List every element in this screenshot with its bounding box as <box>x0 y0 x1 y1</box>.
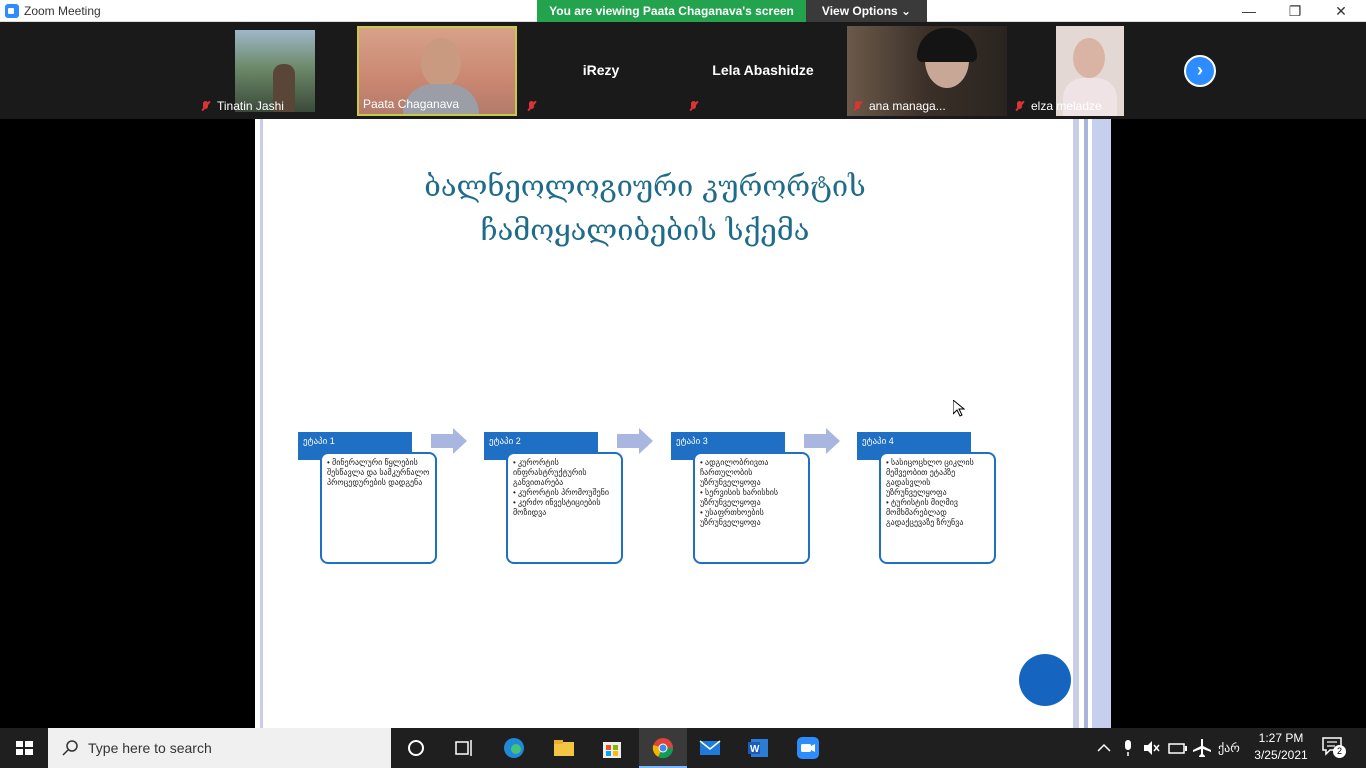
taskbar: Type here to search W ქარ 1:27 PM 3/25/2… <box>0 728 1366 768</box>
muted-mic-icon <box>201 101 210 112</box>
task-view-icon[interactable] <box>452 736 476 760</box>
slide-border-right-3 <box>1092 119 1111 728</box>
muted-mic-icon <box>1015 101 1024 112</box>
slide-title: ბალნეოლოგიური კურორტის ჩამოყალიბების სქე… <box>424 169 866 247</box>
participant-tile[interactable]: ana managa... <box>847 26 1007 116</box>
airplane-mode-icon[interactable] <box>1192 738 1212 758</box>
participant-name-center: Lela Abashidze <box>712 62 814 78</box>
file-explorer-icon[interactable] <box>552 736 576 760</box>
participant-name: Paata Chaganava <box>363 97 460 111</box>
svg-text:W: W <box>750 744 760 755</box>
notification-count: 2 <box>1333 745 1346 758</box>
chevron-up-icon[interactable] <box>1096 738 1112 758</box>
windows-start-icon[interactable] <box>0 728 48 768</box>
close-button[interactable]: ✕ <box>1318 0 1364 22</box>
participant-tile[interactable]: iRezy <box>521 26 681 116</box>
cortana-icon[interactable] <box>404 736 428 760</box>
clock-date: 3/25/2021 <box>1254 748 1308 762</box>
participant-tile-active[interactable]: Paata Chaganava <box>357 26 517 116</box>
zoom-taskbar-icon[interactable] <box>796 736 820 760</box>
notifications-button[interactable]: 2 <box>1322 736 1348 760</box>
slide-border-right-2 <box>1084 119 1088 728</box>
participant-gallery: Tinatin Jashi Paata Chaganava iRezy Lela… <box>0 22 1366 119</box>
restore-button[interactable]: ❐ <box>1272 0 1318 22</box>
taskbar-search-input[interactable]: Type here to search <box>48 728 391 768</box>
participant-tile[interactable]: Tinatin Jashi <box>195 26 355 116</box>
muted-mic-icon <box>527 101 536 112</box>
language-indicator[interactable]: ქარ <box>1218 741 1240 755</box>
word-icon[interactable]: W <box>746 736 770 760</box>
arrow-right-icon <box>804 428 840 454</box>
stage-4-box: • სასიცოცხლო ციკლის მეშვეობით ეტაპზე გად… <box>879 452 996 564</box>
edge-icon[interactable] <box>502 736 526 760</box>
stage-2-box: • კურორტის ინფრასტრუქტურის განვითარება •… <box>506 452 623 564</box>
search-icon <box>62 740 78 756</box>
share-banner: You are viewing Paata Chaganava's screen <box>537 0 806 22</box>
chrome-taskbar-active[interactable] <box>639 728 687 768</box>
participant-name: elza meladze <box>1031 99 1102 113</box>
slide-decoration-circle <box>1019 654 1071 706</box>
presentation-slide: ბალნეოლოგიური კურორტის ჩამოყალიბების სქე… <box>255 119 1111 728</box>
stage-3-box: • ადგილობრივთა ჩართულობის უზრუნველყოფა •… <box>693 452 810 564</box>
title-bar: Zoom Meeting You are viewing Paata Chaga… <box>0 0 1366 22</box>
speaker-muted-icon[interactable] <box>1143 738 1161 758</box>
mouse-cursor-icon <box>953 400 965 417</box>
store-icon[interactable] <box>600 736 624 760</box>
zoom-icon <box>5 4 19 18</box>
slide-border-right <box>1073 119 1079 728</box>
participant-tile[interactable]: elza meladze <box>1009 26 1169 116</box>
participant-name-center: iRezy <box>582 62 620 78</box>
participant-name: ana managa... <box>869 99 946 113</box>
microphone-icon[interactable] <box>1121 738 1135 758</box>
arrow-right-icon <box>431 428 467 454</box>
view-options-button[interactable]: View Options ⌄ <box>806 0 927 22</box>
search-placeholder: Type here to search <box>88 740 212 756</box>
arrow-right-icon <box>617 428 653 454</box>
battery-icon[interactable] <box>1168 738 1188 758</box>
minimize-button[interactable]: — <box>1226 0 1272 22</box>
chrome-icon <box>652 738 674 759</box>
participant-name: Tinatin Jashi <box>217 99 284 113</box>
window-title: Zoom Meeting <box>24 4 101 18</box>
participant-tile[interactable]: Lela Abashidze <box>683 26 843 116</box>
stage-1-box: • მინერალური წყლების შესწავლა და სამკურნ… <box>320 452 437 564</box>
muted-mic-icon <box>853 101 862 112</box>
clock-time: 1:27 PM <box>1258 731 1304 745</box>
next-page-icon[interactable]: › <box>1184 55 1216 87</box>
mail-icon[interactable] <box>698 736 722 760</box>
muted-mic-icon <box>689 101 698 112</box>
clock[interactable]: 1:27 PM 3/25/2021 <box>1250 731 1312 765</box>
